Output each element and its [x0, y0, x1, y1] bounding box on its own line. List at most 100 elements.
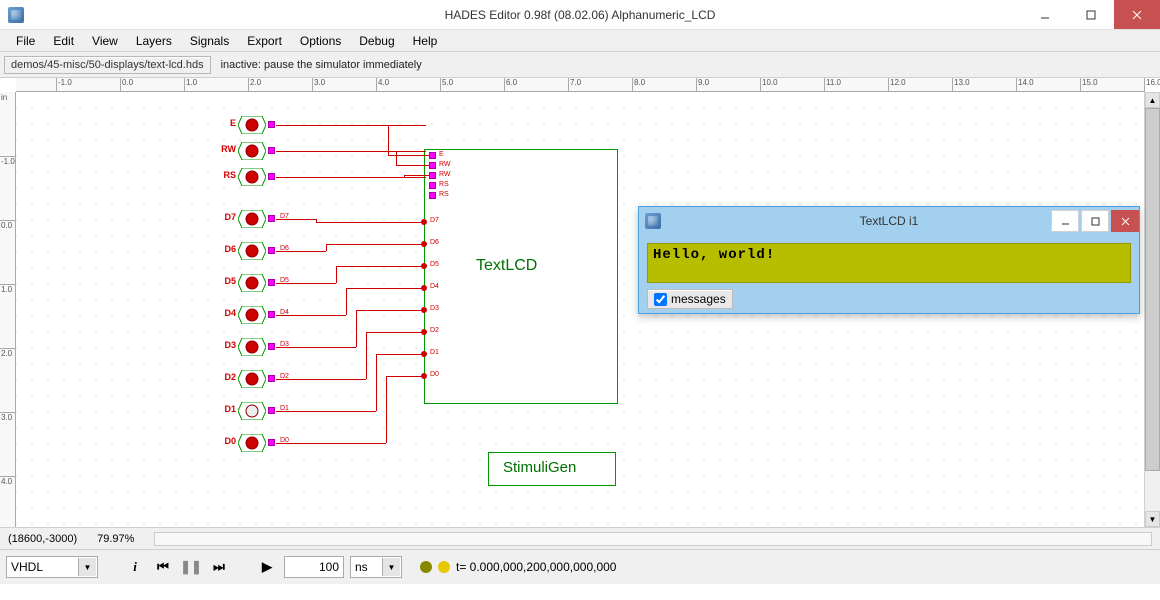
textlcd-subwindow[interactable]: TextLCD i1 Hello, world! messages — [638, 206, 1140, 314]
input-pin-d6[interactable]: D6 — [238, 242, 266, 260]
wire — [276, 411, 376, 412]
window-buttons — [1022, 0, 1160, 29]
ruler-horizontal: -1.00.01.02.03.04.05.06.07.08.09.010.011… — [16, 78, 1144, 92]
port-label: D3 — [430, 305, 439, 312]
pin-square-icon — [268, 375, 275, 382]
subwindow-titlebar[interactable]: TextLCD i1 — [639, 207, 1139, 235]
wire — [276, 283, 336, 284]
stimuligen-label: StimuliGen — [503, 459, 576, 476]
pin-square-icon — [268, 311, 275, 318]
menu-view[interactable]: View — [84, 32, 126, 50]
textlcd-component[interactable] — [424, 149, 618, 404]
language-select[interactable]: VHDL ▼ — [6, 556, 98, 578]
pause-button[interactable]: ❚❚ — [180, 556, 202, 578]
textlcd-label: TextLCD — [476, 257, 537, 275]
control-bar: VHDL ▼ i ⏮ ❚❚ ⏭ ▶ ns ▼ t= 0.000,000,200,… — [0, 550, 1160, 584]
simulation-time: t= 0.000,000,200,000,000,000 — [456, 560, 616, 574]
input-pin-rw[interactable]: RW — [238, 142, 266, 160]
input-pin-d0[interactable]: D0 — [238, 434, 266, 452]
pin-square-icon — [268, 407, 275, 414]
input-pin-d4[interactable]: D4 — [238, 306, 266, 324]
schematic-canvas[interactable]: TextLCD StimuliGen E RW RS D7 D6 D5 D4 D3 D2 D1 D0… — [16, 92, 1144, 527]
messages-checkbox[interactable]: messages — [647, 289, 733, 309]
menu-signals[interactable]: Signals — [182, 32, 237, 50]
messages-checkbox-label: messages — [671, 292, 726, 306]
dropdown-arrow-icon[interactable]: ▼ — [382, 558, 400, 576]
wire — [316, 222, 424, 223]
port-label: D2 — [430, 327, 439, 334]
window-title: HADES Editor 0.98f (08.02.06) Alphanumer… — [0, 8, 1160, 22]
menu-edit[interactable]: Edit — [45, 32, 82, 50]
sub-minimize-button[interactable] — [1051, 210, 1079, 232]
port-square-icon — [429, 162, 436, 169]
input-pin-d5[interactable]: D5 — [238, 274, 266, 292]
pin-label: D2 — [224, 372, 236, 382]
menu-bar: File Edit View Layers Signals Export Opt… — [0, 30, 1160, 52]
play-button[interactable]: ▶ — [256, 556, 278, 578]
wire — [276, 315, 346, 316]
messages-checkbox-input[interactable] — [654, 293, 667, 306]
zoom-level: 79.97% — [97, 533, 134, 545]
wire — [376, 354, 377, 411]
pin-label: D5 — [224, 276, 236, 286]
wire — [276, 379, 366, 380]
port-square-icon — [429, 182, 436, 189]
menu-export[interactable]: Export — [239, 32, 290, 50]
wire — [276, 177, 426, 178]
fastforward-button[interactable]: ⏭ — [208, 556, 230, 578]
wire — [356, 310, 357, 347]
pin-square-icon — [268, 279, 275, 286]
input-pin-d2[interactable]: D2 — [238, 370, 266, 388]
status-row: (18600,-3000) 79.97% — [0, 528, 1160, 550]
window-titlebar: HADES Editor 0.98f (08.02.06) Alphanumer… — [0, 0, 1160, 30]
java-icon — [645, 213, 661, 229]
rewind-button[interactable]: ⏮ — [152, 556, 174, 578]
menu-options[interactable]: Options — [292, 32, 349, 50]
status-ruler — [154, 532, 1152, 546]
input-pin-e[interactable]: E — [238, 116, 266, 134]
pin-label: E — [230, 118, 236, 128]
minimize-button[interactable] — [1022, 0, 1068, 29]
path-row: demos/45-misc/50-displays/text-lcd.hds i… — [0, 52, 1160, 78]
wire — [404, 175, 429, 176]
step-value-input[interactable] — [284, 556, 344, 578]
port-square-icon — [429, 152, 436, 159]
vertical-scrollbar[interactable]: ▲ ▼ — [1144, 92, 1160, 527]
menu-layers[interactable]: Layers — [128, 32, 180, 50]
wire — [276, 125, 426, 126]
scroll-down-arrow-icon[interactable]: ▼ — [1145, 511, 1160, 527]
step-unit-select[interactable]: ns ▼ — [350, 556, 402, 578]
sub-maximize-button[interactable] — [1081, 210, 1109, 232]
canvas-area: -1.00.01.02.03.04.05.06.07.08.09.010.011… — [0, 78, 1160, 528]
port-label: RS — [439, 191, 449, 198]
menu-help[interactable]: Help — [405, 32, 446, 50]
input-pin-d3[interactable]: D3 — [238, 338, 266, 356]
pin-square-icon — [268, 343, 275, 350]
pin-label: D3 — [224, 340, 236, 350]
input-pin-d7[interactable]: D7 — [238, 210, 266, 228]
menu-debug[interactable]: Debug — [351, 32, 402, 50]
input-pin-d1[interactable]: D1 — [238, 402, 266, 420]
wire — [336, 266, 424, 267]
port-label: D0 — [430, 371, 439, 378]
close-button[interactable] — [1114, 0, 1160, 29]
dropdown-arrow-icon[interactable]: ▼ — [78, 558, 96, 576]
sub-close-button[interactable] — [1111, 210, 1139, 232]
input-pin-rs[interactable]: RS — [238, 168, 266, 186]
status-light-yellow-icon — [438, 561, 450, 573]
wire — [326, 244, 327, 251]
file-path[interactable]: demos/45-misc/50-displays/text-lcd.hds — [4, 56, 211, 74]
scroll-track[interactable] — [1145, 108, 1160, 511]
port-square-icon — [429, 172, 436, 179]
ruler-vertical: in-1.00.01.02.03.04.05.06.0 — [0, 92, 16, 527]
port-label: RS — [439, 181, 449, 188]
wire — [396, 151, 397, 165]
wire — [366, 332, 367, 379]
wire — [396, 165, 429, 166]
menu-file[interactable]: File — [8, 32, 43, 50]
scroll-thumb[interactable] — [1145, 108, 1160, 471]
scroll-up-arrow-icon[interactable]: ▲ — [1145, 92, 1160, 108]
info-button[interactable]: i — [124, 556, 146, 578]
maximize-button[interactable] — [1068, 0, 1114, 29]
port-label: D1 — [430, 349, 439, 356]
